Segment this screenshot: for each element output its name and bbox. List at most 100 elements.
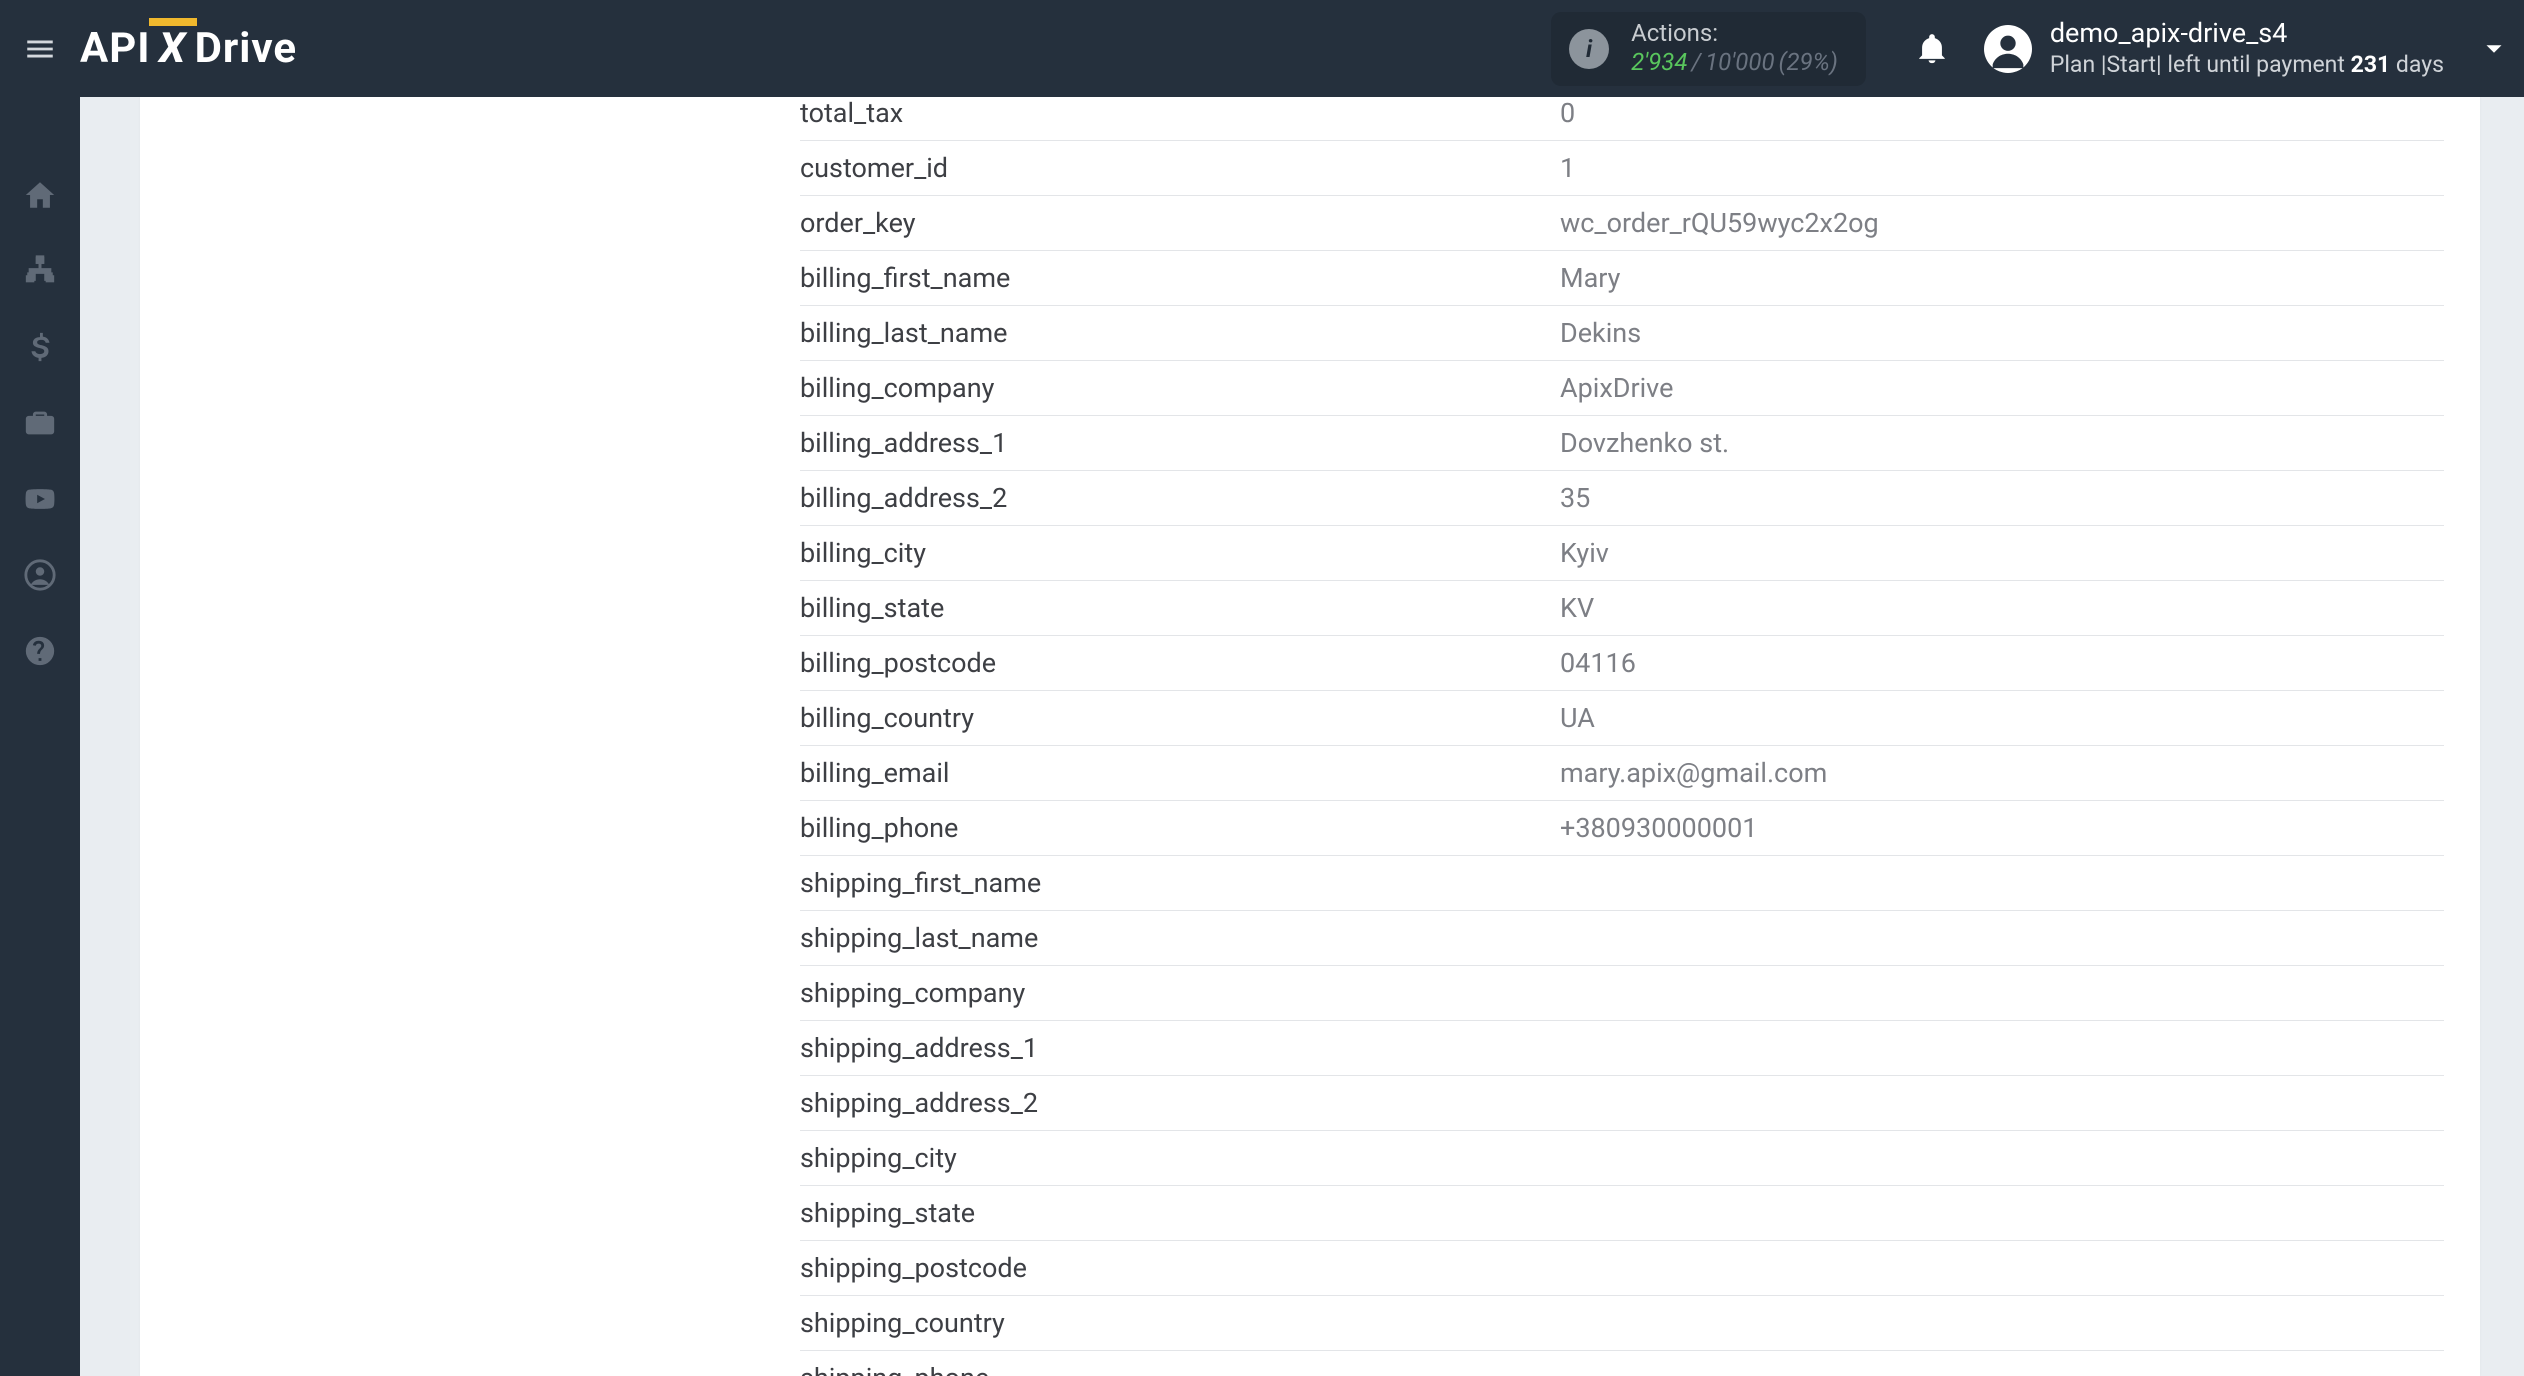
- table-row: shipping_state: [800, 1186, 2444, 1241]
- field-value: [1560, 1186, 2444, 1241]
- bell-icon: [1915, 32, 1949, 66]
- table-row: shipping_company: [800, 966, 2444, 1021]
- field-value: +380930000001: [1560, 801, 2444, 856]
- home-icon: [23, 178, 57, 212]
- field-value: [1560, 1351, 2444, 1376]
- left-column: [140, 97, 800, 1376]
- table-row: billing_postcode04116: [800, 636, 2444, 691]
- field-key: shipping_first_name: [800, 856, 1560, 911]
- chevron-down-icon: [2479, 34, 2509, 64]
- field-value: UA: [1560, 691, 2444, 746]
- table-row: shipping_phone: [800, 1351, 2444, 1376]
- field-key: shipping_address_2: [800, 1076, 1560, 1131]
- field-key: customer_id: [800, 141, 1560, 196]
- field-key: billing_city: [800, 526, 1560, 581]
- field-key: billing_address_1: [800, 416, 1560, 471]
- table-row: order_keywc_order_rQU59wyc2x2og: [800, 196, 2444, 251]
- field-value: wc_order_rQU59wyc2x2og: [1560, 196, 2444, 251]
- field-key: billing_email: [800, 746, 1560, 801]
- dollar-icon: [23, 330, 57, 364]
- field-value: Kyiv: [1560, 526, 2444, 581]
- user-plan: Plan |Start| left until payment 231 days: [2050, 50, 2444, 80]
- field-value: 1: [1560, 141, 2444, 196]
- field-value: 35: [1560, 471, 2444, 526]
- table-row: shipping_address_1: [800, 1021, 2444, 1076]
- user-circle-icon: [23, 558, 57, 592]
- info-icon: i: [1569, 29, 1609, 69]
- field-value: 04116: [1560, 636, 2444, 691]
- sidebar-item-work[interactable]: [0, 385, 80, 461]
- sitemap-icon: [23, 254, 57, 288]
- field-key: shipping_address_1: [800, 1021, 1560, 1076]
- field-key: shipping_city: [800, 1131, 1560, 1186]
- sidebar: [0, 97, 80, 1376]
- table-row: billing_phone+380930000001: [800, 801, 2444, 856]
- logo-drive: Drive: [195, 24, 297, 73]
- table-row: billing_companyApixDrive: [800, 361, 2444, 416]
- actions-counter[interactable]: i Actions: 2'934/10'000(29%): [1551, 12, 1866, 86]
- field-value: [1560, 1131, 2444, 1186]
- table-row: customer_id1: [800, 141, 2444, 196]
- field-value: Mary: [1560, 251, 2444, 306]
- table-row: total_tax0: [800, 97, 2444, 141]
- field-value: [1560, 1296, 2444, 1351]
- field-key: shipping_phone: [800, 1351, 1560, 1376]
- table-row: shipping_postcode: [800, 1241, 2444, 1296]
- user-menu-chevron[interactable]: [2464, 34, 2524, 64]
- table-row: billing_address_1Dovzhenko st.: [800, 416, 2444, 471]
- briefcase-icon: [23, 406, 57, 440]
- field-key: billing_company: [800, 361, 1560, 416]
- field-key: shipping_last_name: [800, 911, 1560, 966]
- field-key: billing_phone: [800, 801, 1560, 856]
- field-key: shipping_state: [800, 1186, 1560, 1241]
- right-column: total_tax0customer_id1order_keywc_order_…: [800, 97, 2480, 1376]
- field-value: [1560, 856, 2444, 911]
- table-row: shipping_first_name: [800, 856, 2444, 911]
- field-key: billing_state: [800, 581, 1560, 636]
- main-panel: total_tax0customer_id1order_keywc_order_…: [140, 97, 2480, 1376]
- sidebar-item-video[interactable]: [0, 461, 80, 537]
- table-row: billing_cityKyiv: [800, 526, 2444, 581]
- user-menu[interactable]: demo_apix-drive_s4 Plan |Start| left unt…: [1984, 17, 2444, 79]
- sidebar-item-home[interactable]: [0, 157, 80, 233]
- sidebar-item-connections[interactable]: [0, 233, 80, 309]
- app-header: APIXDrive i Actions: 2'934/10'000(29%) d…: [0, 0, 2524, 97]
- field-value: [1560, 1076, 2444, 1131]
- app-logo[interactable]: APIXDrive: [80, 24, 297, 73]
- sidebar-item-help[interactable]: [0, 613, 80, 689]
- table-row: shipping_last_name: [800, 911, 2444, 966]
- table-row: billing_emailmary.apix@gmail.com: [800, 746, 2444, 801]
- field-value: [1560, 966, 2444, 1021]
- field-key: billing_postcode: [800, 636, 1560, 691]
- table-row: billing_first_nameMary: [800, 251, 2444, 306]
- notifications-button[interactable]: [1904, 32, 1960, 66]
- table-row: shipping_country: [800, 1296, 2444, 1351]
- field-key: order_key: [800, 196, 1560, 251]
- actions-values: 2'934/10'000(29%): [1631, 47, 1838, 78]
- table-row: shipping_city: [800, 1131, 2444, 1186]
- table-row: billing_countryUA: [800, 691, 2444, 746]
- field-key: billing_first_name: [800, 251, 1560, 306]
- menu-toggle-button[interactable]: [0, 0, 80, 97]
- table-row: shipping_address_2: [800, 1076, 2444, 1131]
- field-key: shipping_company: [800, 966, 1560, 1021]
- field-key: billing_country: [800, 691, 1560, 746]
- field-value: 0: [1560, 97, 2444, 141]
- avatar: [1984, 25, 2032, 73]
- field-key: shipping_postcode: [800, 1241, 1560, 1296]
- table-row: billing_address_235: [800, 471, 2444, 526]
- logo-x: X: [159, 24, 186, 73]
- field-key: shipping_country: [800, 1296, 1560, 1351]
- user-name: demo_apix-drive_s4: [2050, 17, 2444, 49]
- logo-api: API: [80, 24, 151, 73]
- sidebar-item-billing[interactable]: [0, 309, 80, 385]
- actions-label: Actions:: [1631, 19, 1838, 48]
- sidebar-item-account[interactable]: [0, 537, 80, 613]
- field-value: Dovzhenko st.: [1560, 416, 2444, 471]
- field-key: billing_address_2: [800, 471, 1560, 526]
- field-value: [1560, 911, 2444, 966]
- field-value: [1560, 1241, 2444, 1296]
- hamburger-icon: [23, 32, 57, 66]
- field-value: [1560, 1021, 2444, 1076]
- field-value: Dekins: [1560, 306, 2444, 361]
